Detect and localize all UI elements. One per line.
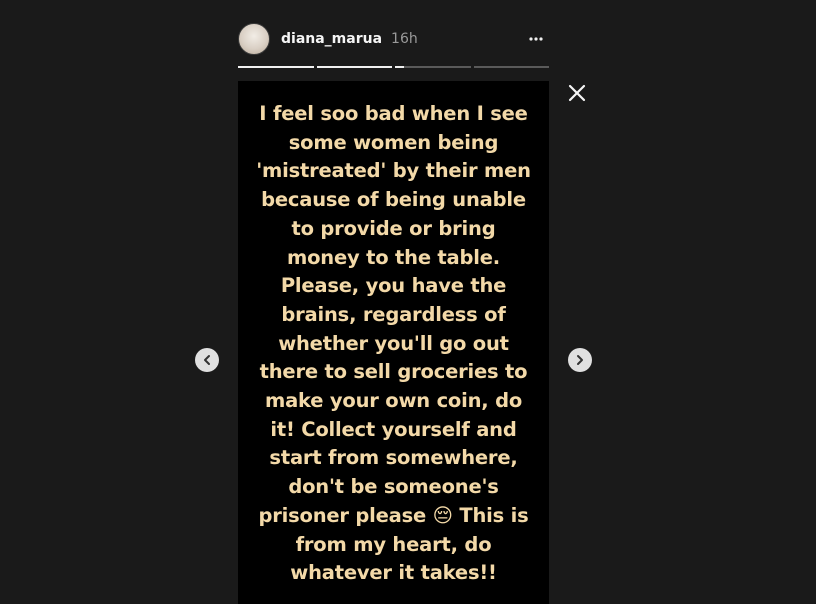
story-progress	[238, 66, 549, 68]
username[interactable]: diana_marua	[281, 31, 382, 47]
story-text: I feel soo bad when I see some women bei…	[256, 102, 531, 585]
progress-segment-fill	[395, 66, 405, 68]
next-story-button[interactable]	[568, 348, 592, 372]
story-header: diana_marua 16h	[238, 22, 549, 56]
story-media[interactable]: I feel soo bad when I see some women bei…	[238, 81, 549, 604]
story-viewer: diana_marua 16h I feel soo bad when I se…	[0, 0, 816, 604]
progress-segment-fill	[316, 66, 392, 68]
chevron-right-icon	[577, 355, 583, 365]
close-icon	[568, 84, 586, 102]
more-options-button[interactable]	[527, 30, 545, 48]
progress-segment	[395, 66, 471, 68]
avatar[interactable]	[238, 23, 270, 55]
close-button[interactable]	[566, 82, 588, 104]
chevron-left-icon	[204, 355, 210, 365]
progress-segment-fill	[238, 66, 314, 68]
more-horizontal-icon	[529, 37, 543, 41]
previous-story-button[interactable]	[195, 348, 219, 372]
timestamp: 16h	[391, 31, 418, 47]
progress-segment	[316, 66, 392, 68]
progress-segment	[473, 66, 549, 68]
progress-segment	[238, 66, 314, 68]
